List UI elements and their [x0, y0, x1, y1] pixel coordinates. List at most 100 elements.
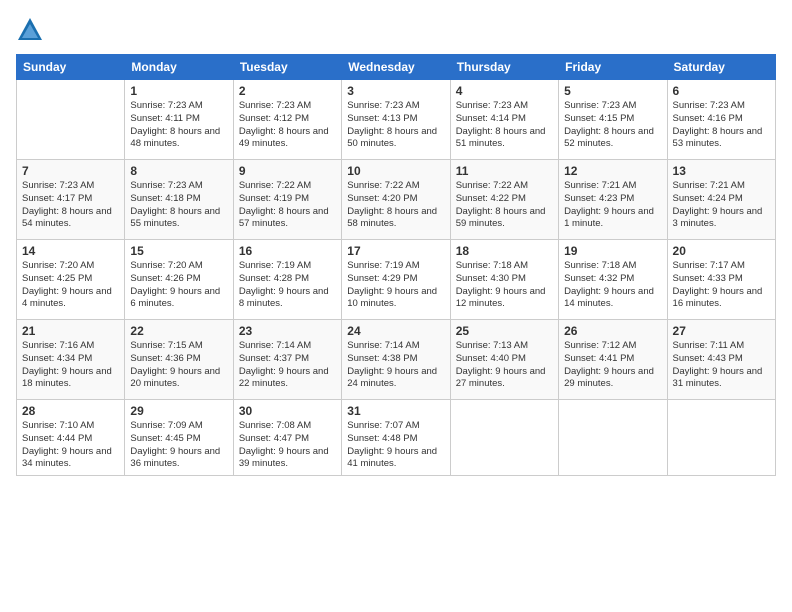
week-row-1: 1 Sunrise: 7:23 AM Sunset: 4:11 PM Daylig… — [17, 80, 776, 160]
day-header-sunday: Sunday — [17, 55, 125, 80]
day-info: Sunrise: 7:09 AM Sunset: 4:45 PM Dayligh… — [130, 420, 227, 471]
day-number: 27 — [673, 324, 770, 338]
day-number: 25 — [456, 324, 553, 338]
day-number: 16 — [239, 244, 336, 258]
day-info: Sunrise: 7:23 AM Sunset: 4:15 PM Dayligh… — [564, 100, 661, 151]
day-number: 7 — [22, 164, 119, 178]
day-cell: 15 Sunrise: 7:20 AM Sunset: 4:26 PM Dayli… — [125, 240, 233, 320]
day-info: Sunrise: 7:23 AM Sunset: 4:12 PM Dayligh… — [239, 100, 336, 151]
day-cell: 8Sunrise: 7:23 AM Sunset: 4:18 PM Daylig… — [125, 160, 233, 240]
day-info: Sunrise: 7:19 AM Sunset: 4:28 PM Dayligh… — [239, 260, 336, 311]
day-info: Sunrise: 7:19 AM Sunset: 4:29 PM Dayligh… — [347, 260, 444, 311]
day-cell: 25Sunrise: 7:13 AM Sunset: 4:40 PM Dayli… — [450, 320, 558, 400]
day-number: 28 — [22, 404, 119, 418]
day-header-monday: Monday — [125, 55, 233, 80]
day-cell: 13Sunrise: 7:21 AM Sunset: 4:24 PM Dayli… — [667, 160, 775, 240]
day-info: Sunrise: 7:23 AM Sunset: 4:11 PM Dayligh… — [130, 100, 227, 151]
day-number: 9 — [239, 164, 336, 178]
day-info: Sunrise: 7:16 AM Sunset: 4:34 PM Dayligh… — [22, 340, 119, 391]
day-cell: 18 Sunrise: 7:18 AM Sunset: 4:30 PM Dayli… — [450, 240, 558, 320]
day-cell: 19 Sunrise: 7:18 AM Sunset: 4:32 PM Dayli… — [559, 240, 667, 320]
day-number: 13 — [673, 164, 770, 178]
day-cell: 9 Sunrise: 7:22 AM Sunset: 4:19 PM Daylig… — [233, 160, 341, 240]
day-cell: 23Sunrise: 7:14 AM Sunset: 4:37 PM Dayli… — [233, 320, 341, 400]
day-number: 26 — [564, 324, 661, 338]
day-number: 14 — [22, 244, 119, 258]
day-info: Sunrise: 7:23 AM Sunset: 4:16 PM Dayligh… — [673, 100, 770, 151]
day-cell — [667, 400, 775, 476]
day-cell: 16 Sunrise: 7:19 AM Sunset: 4:28 PM Dayli… — [233, 240, 341, 320]
day-header-saturday: Saturday — [667, 55, 775, 80]
day-cell: 27Sunrise: 7:11 AM Sunset: 4:43 PM Dayli… — [667, 320, 775, 400]
day-cell: 24 Sunrise: 7:14 AM Sunset: 4:38 PM Dayli… — [342, 320, 450, 400]
day-number: 4 — [456, 84, 553, 98]
day-info: Sunrise: 7:14 AM Sunset: 4:37 PM Dayligh… — [239, 340, 336, 391]
day-info: Sunrise: 7:23 AM Sunset: 4:13 PM Dayligh… — [347, 100, 444, 151]
day-cell: 2Sunrise: 7:23 AM Sunset: 4:12 PM Daylig… — [233, 80, 341, 160]
day-cell: 5 Sunrise: 7:23 AM Sunset: 4:15 PM Daylig… — [559, 80, 667, 160]
day-info: Sunrise: 7:17 AM Sunset: 4:33 PM Dayligh… — [673, 260, 770, 311]
day-header-wednesday: Wednesday — [342, 55, 450, 80]
day-cell: 20 Sunrise: 7:17 AM Sunset: 4:33 PM Dayli… — [667, 240, 775, 320]
day-info: Sunrise: 7:18 AM Sunset: 4:30 PM Dayligh… — [456, 260, 553, 311]
day-info: Sunrise: 7:14 AM Sunset: 4:38 PM Dayligh… — [347, 340, 444, 391]
logo — [16, 16, 48, 44]
day-number: 12 — [564, 164, 661, 178]
day-cell: 14 Sunrise: 7:20 AM Sunset: 4:25 PM Dayli… — [17, 240, 125, 320]
week-row-2: 7 Sunrise: 7:23 AM Sunset: 4:17 PM Daylig… — [17, 160, 776, 240]
day-cell: 7 Sunrise: 7:23 AM Sunset: 4:17 PM Daylig… — [17, 160, 125, 240]
day-info: Sunrise: 7:21 AM Sunset: 4:23 PM Dayligh… — [564, 180, 661, 231]
week-row-4: 21 Sunrise: 7:16 AM Sunset: 4:34 PM Dayli… — [17, 320, 776, 400]
day-number: 3 — [347, 84, 444, 98]
day-cell: 3 Sunrise: 7:23 AM Sunset: 4:13 PM Daylig… — [342, 80, 450, 160]
day-info: Sunrise: 7:12 AM Sunset: 4:41 PM Dayligh… — [564, 340, 661, 391]
day-number: 22 — [130, 324, 227, 338]
day-info: Sunrise: 7:22 AM Sunset: 4:20 PM Dayligh… — [347, 180, 444, 231]
day-cell: 22 Sunrise: 7:15 AM Sunset: 4:36 PM Dayli… — [125, 320, 233, 400]
day-cell: 21 Sunrise: 7:16 AM Sunset: 4:34 PM Dayli… — [17, 320, 125, 400]
day-info: Sunrise: 7:22 AM Sunset: 4:19 PM Dayligh… — [239, 180, 336, 231]
day-number: 20 — [673, 244, 770, 258]
day-cell — [17, 80, 125, 160]
day-header-thursday: Thursday — [450, 55, 558, 80]
day-cell: 31Sunrise: 7:07 AM Sunset: 4:48 PM Dayli… — [342, 400, 450, 476]
day-number: 10 — [347, 164, 444, 178]
day-info: Sunrise: 7:08 AM Sunset: 4:47 PM Dayligh… — [239, 420, 336, 471]
day-info: Sunrise: 7:22 AM Sunset: 4:22 PM Dayligh… — [456, 180, 553, 231]
day-info: Sunrise: 7:18 AM Sunset: 4:32 PM Dayligh… — [564, 260, 661, 311]
day-cell: 10 Sunrise: 7:22 AM Sunset: 4:20 PM Dayli… — [342, 160, 450, 240]
day-cell: 1 Sunrise: 7:23 AM Sunset: 4:11 PM Daylig… — [125, 80, 233, 160]
day-number: 21 — [22, 324, 119, 338]
calendar-table: SundayMondayTuesdayWednesdayThursdayFrid… — [16, 54, 776, 476]
day-number: 17 — [347, 244, 444, 258]
day-cell: 28 Sunrise: 7:10 AM Sunset: 4:44 PM Dayli… — [17, 400, 125, 476]
day-number: 19 — [564, 244, 661, 258]
day-info: Sunrise: 7:20 AM Sunset: 4:26 PM Dayligh… — [130, 260, 227, 311]
day-number: 8 — [130, 164, 227, 178]
day-cell: 26 Sunrise: 7:12 AM Sunset: 4:41 PM Dayli… — [559, 320, 667, 400]
day-number: 24 — [347, 324, 444, 338]
day-cell: 6 Sunrise: 7:23 AM Sunset: 4:16 PM Daylig… — [667, 80, 775, 160]
day-cell: 17 Sunrise: 7:19 AM Sunset: 4:29 PM Dayli… — [342, 240, 450, 320]
day-number: 31 — [347, 404, 444, 418]
day-number: 29 — [130, 404, 227, 418]
day-cell: 4Sunrise: 7:23 AM Sunset: 4:14 PM Daylig… — [450, 80, 558, 160]
day-info: Sunrise: 7:10 AM Sunset: 4:44 PM Dayligh… — [22, 420, 119, 471]
day-number: 11 — [456, 164, 553, 178]
page-container: SundayMondayTuesdayWednesdayThursdayFrid… — [0, 0, 792, 612]
day-cell: 12 Sunrise: 7:21 AM Sunset: 4:23 PM Dayli… — [559, 160, 667, 240]
day-cell — [450, 400, 558, 476]
day-number: 5 — [564, 84, 661, 98]
header-row: SundayMondayTuesdayWednesdayThursdayFrid… — [17, 55, 776, 80]
day-number: 1 — [130, 84, 227, 98]
logo-icon — [16, 16, 44, 44]
day-number: 6 — [673, 84, 770, 98]
day-cell: 30 Sunrise: 7:08 AM Sunset: 4:47 PM Dayli… — [233, 400, 341, 476]
day-info: Sunrise: 7:23 AM Sunset: 4:17 PM Dayligh… — [22, 180, 119, 231]
day-info: Sunrise: 7:20 AM Sunset: 4:25 PM Dayligh… — [22, 260, 119, 311]
day-cell: 11 Sunrise: 7:22 AM Sunset: 4:22 PM Dayli… — [450, 160, 558, 240]
day-number: 15 — [130, 244, 227, 258]
day-info: Sunrise: 7:15 AM Sunset: 4:36 PM Dayligh… — [130, 340, 227, 391]
day-number: 18 — [456, 244, 553, 258]
day-number: 30 — [239, 404, 336, 418]
